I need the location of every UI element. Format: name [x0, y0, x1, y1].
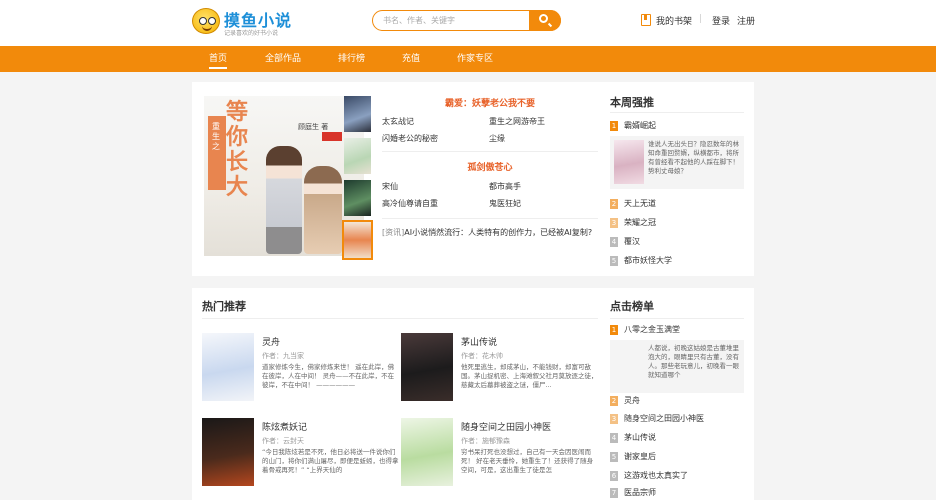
- book-cover: [401, 333, 453, 401]
- nav-author-zone[interactable]: 作家专区: [457, 46, 493, 72]
- book-description: 道家修炼今生，佛家修炼来世！ 遥在此岸，佛在彼岸，人在中间！ 灵舟——不在此岸，…: [262, 363, 395, 389]
- rank-name: 霸婿崛起: [624, 121, 656, 130]
- book-title: 随身空间之田园小神医: [461, 423, 552, 433]
- thumbnail-1[interactable]: [344, 96, 371, 132]
- book-author: 作者：九当家: [262, 352, 304, 360]
- book-description: “今日我陈炫若是不死，他日必将送一件说你们的山门，将你们满山屠尽，即便是蚯蚓，也…: [262, 448, 399, 474]
- featured-item[interactable]: 高冷仙尊请自重: [382, 198, 438, 209]
- book-cover: [202, 418, 254, 486]
- site-logo[interactable]: 摸鱼小说 记录喜欢的好书小说: [192, 6, 312, 40]
- rank-name: 灵舟: [624, 396, 640, 405]
- weekly-recommend-panel: 本周强推 1 霸婿崛起 谁说人无出头日？隐忍数年的林知命重回赘婿，纵横都市，将所…: [600, 82, 754, 276]
- featured-item[interactable]: 宋仙: [382, 181, 398, 192]
- featured-group-title[interactable]: 霸爱：妖孽老公我不要: [382, 96, 598, 109]
- divider: [382, 218, 598, 219]
- rank-name: 医品宗师: [624, 488, 656, 497]
- book-card[interactable]: 陈炫煮妖记 作者：云封天 “今日我陈炫若是不死，他日必将送一件说你们的山门，将你…: [202, 418, 399, 488]
- rank-description: 谁说人无出头日？隐忍数年的林知命重回赘婿，纵横都市，将所有曾经看不起他的人踩在脚…: [648, 140, 739, 175]
- rank-number: 5: [610, 256, 618, 266]
- rank-name: 天上无道: [624, 199, 656, 208]
- search-button[interactable]: [529, 10, 561, 31]
- rank-name: 随身空间之田园小神医: [624, 414, 704, 423]
- thumbnail-2[interactable]: [344, 138, 371, 174]
- search-input[interactable]: [383, 14, 523, 27]
- rank-number: 3: [610, 414, 618, 424]
- book-cover: [401, 418, 453, 486]
- rank-name: 都市妖怪大学: [624, 256, 672, 265]
- book-author: 作者：花木帅: [461, 352, 503, 360]
- book-title: 灵舟: [262, 338, 281, 348]
- rank-number: 5: [610, 452, 618, 462]
- featured-cover[interactable]: 重生之 等你长大 顾庭生 著: [204, 96, 364, 256]
- book-cover: [614, 344, 644, 388]
- rank-number: 2: [610, 199, 618, 209]
- rank-name: 八零之金玉满堂: [624, 325, 680, 334]
- featured-item[interactable]: 鬼医狂妃: [489, 198, 521, 209]
- rank-number: 7: [610, 488, 618, 498]
- book-title: 陈炫煮妖记: [262, 423, 308, 433]
- rank-number: 4: [610, 237, 618, 247]
- nav-recharge[interactable]: 充值: [402, 46, 420, 72]
- featured-item[interactable]: 太玄战记: [382, 116, 414, 127]
- nav-home[interactable]: 首页: [209, 46, 228, 72]
- book-cover: [202, 333, 254, 401]
- rank-detail[interactable]: 谁说人无出头日？隐忍数年的林知命重回赘婿，纵横都市，将所有曾经看不起他的人踩在脚…: [610, 136, 744, 189]
- book-card[interactable]: 茅山传说 作者：花木帅 他死里逃生，却成茅山，不能钱财，却富可敌国。茅山捉机密、…: [401, 333, 598, 403]
- rank-number: 2: [610, 396, 618, 406]
- nav-rankings[interactable]: 排行榜: [338, 46, 365, 72]
- book-title: 茅山传说: [461, 338, 498, 348]
- top-header: 摸鱼小说 记录喜欢的好书小说 我的书架 | 登录 注册: [0, 0, 936, 46]
- divider: [382, 151, 598, 152]
- featured-item[interactable]: 闪婚老公的秘密: [382, 133, 438, 144]
- rank-detail[interactable]: 人都说，初晚这姑娘是古董堆里泡大的，眼睛里只有古董，没有人。那些老玩意儿，初晚看…: [610, 340, 744, 393]
- rank-number: 1: [610, 325, 618, 335]
- logo-slogan: 记录喜欢的好书小说: [224, 30, 279, 37]
- nav-all-works[interactable]: 全部作品: [265, 46, 301, 72]
- featured-group-title[interactable]: 孤剑傲苍心: [382, 160, 598, 173]
- featured-item[interactable]: 都市高手: [489, 181, 521, 192]
- news-item[interactable]: [资讯]AI小说悄然流行：人类特有的创作力，已经被AI复制?: [382, 227, 592, 238]
- book-author: 作者：云封天: [262, 437, 304, 445]
- featured-item[interactable]: 重生之网游帝王: [489, 116, 545, 127]
- bookshelf-icon: [641, 14, 651, 26]
- thumbnail-4[interactable]: [342, 220, 373, 260]
- book-description: 他死里逃生，却成茅山，不能钱财，却富可敌国。茅山捉机密、上海滩叙父社月莫放逐之徒…: [461, 363, 598, 389]
- search-box: [372, 10, 561, 31]
- cover-title-small: 重生之: [212, 122, 220, 151]
- register-link[interactable]: 注册: [737, 14, 755, 27]
- rank-number: 6: [610, 471, 618, 481]
- rank-name: 这游戏也太真实了: [624, 471, 688, 480]
- main-nav: 首页 全部作品 排行榜 充值 作家专区: [0, 46, 936, 72]
- rank-number: 1: [610, 121, 618, 131]
- search-icon: [539, 14, 548, 23]
- featured-item[interactable]: 尘缘: [489, 133, 505, 144]
- rank-name: 荣耀之冠: [624, 218, 656, 227]
- rank-name: 谢家皇后: [624, 452, 656, 461]
- cover-title-big: 等你长大: [226, 99, 249, 200]
- hot-title: 热门推荐: [202, 300, 246, 313]
- rank-name: 茅山传说: [624, 433, 656, 442]
- thumbnail-3[interactable]: [344, 180, 371, 216]
- news-tag: [资讯]: [382, 228, 405, 237]
- rank-number: 4: [610, 433, 618, 443]
- login-link[interactable]: 登录: [712, 14, 730, 27]
- click-ranking-panel: 点击榜单 1 八零之金玉满堂 人都说，初晚这姑娘是古董堆里泡大的，眼睛里只有古董…: [600, 288, 754, 500]
- book-card[interactable]: 随身空间之田园小神医 作者：施郁豫森 穷书呆打死也没想过，自己有一天会因医闹而死…: [401, 418, 593, 488]
- book-card[interactable]: 灵舟 作者：九当家 道家修炼今生，佛家修炼来世！ 遥在此岸，佛在彼岸，人在中间！…: [202, 333, 394, 403]
- cover-author: 顾庭生 著: [298, 123, 329, 131]
- link-separator: |: [699, 14, 703, 24]
- book-cover: [614, 140, 644, 184]
- fish-mascot-icon: [192, 8, 220, 34]
- rank-name: 覆汉: [624, 237, 640, 246]
- rank-description: 人都说，初晚这姑娘是古董堆里泡大的，眼睛里只有古董，没有人。那些老玩意儿，初晚看…: [648, 344, 739, 379]
- rank-number: 3: [610, 218, 618, 228]
- book-author: 作者：施郁豫森: [461, 437, 510, 445]
- my-bookshelf-link[interactable]: 我的书架: [656, 14, 692, 27]
- click-ranking-title: 点击榜单: [610, 300, 654, 313]
- book-description: 穷书呆打死也没想过，自己有一天会因医闹而死！ 好在老天垂怜，她重生了！还获得了随…: [461, 448, 594, 474]
- weekly-title: 本周强推: [610, 96, 654, 109]
- news-text: AI小说悄然流行：人类特有的创作力，已经被AI复制?: [404, 228, 593, 237]
